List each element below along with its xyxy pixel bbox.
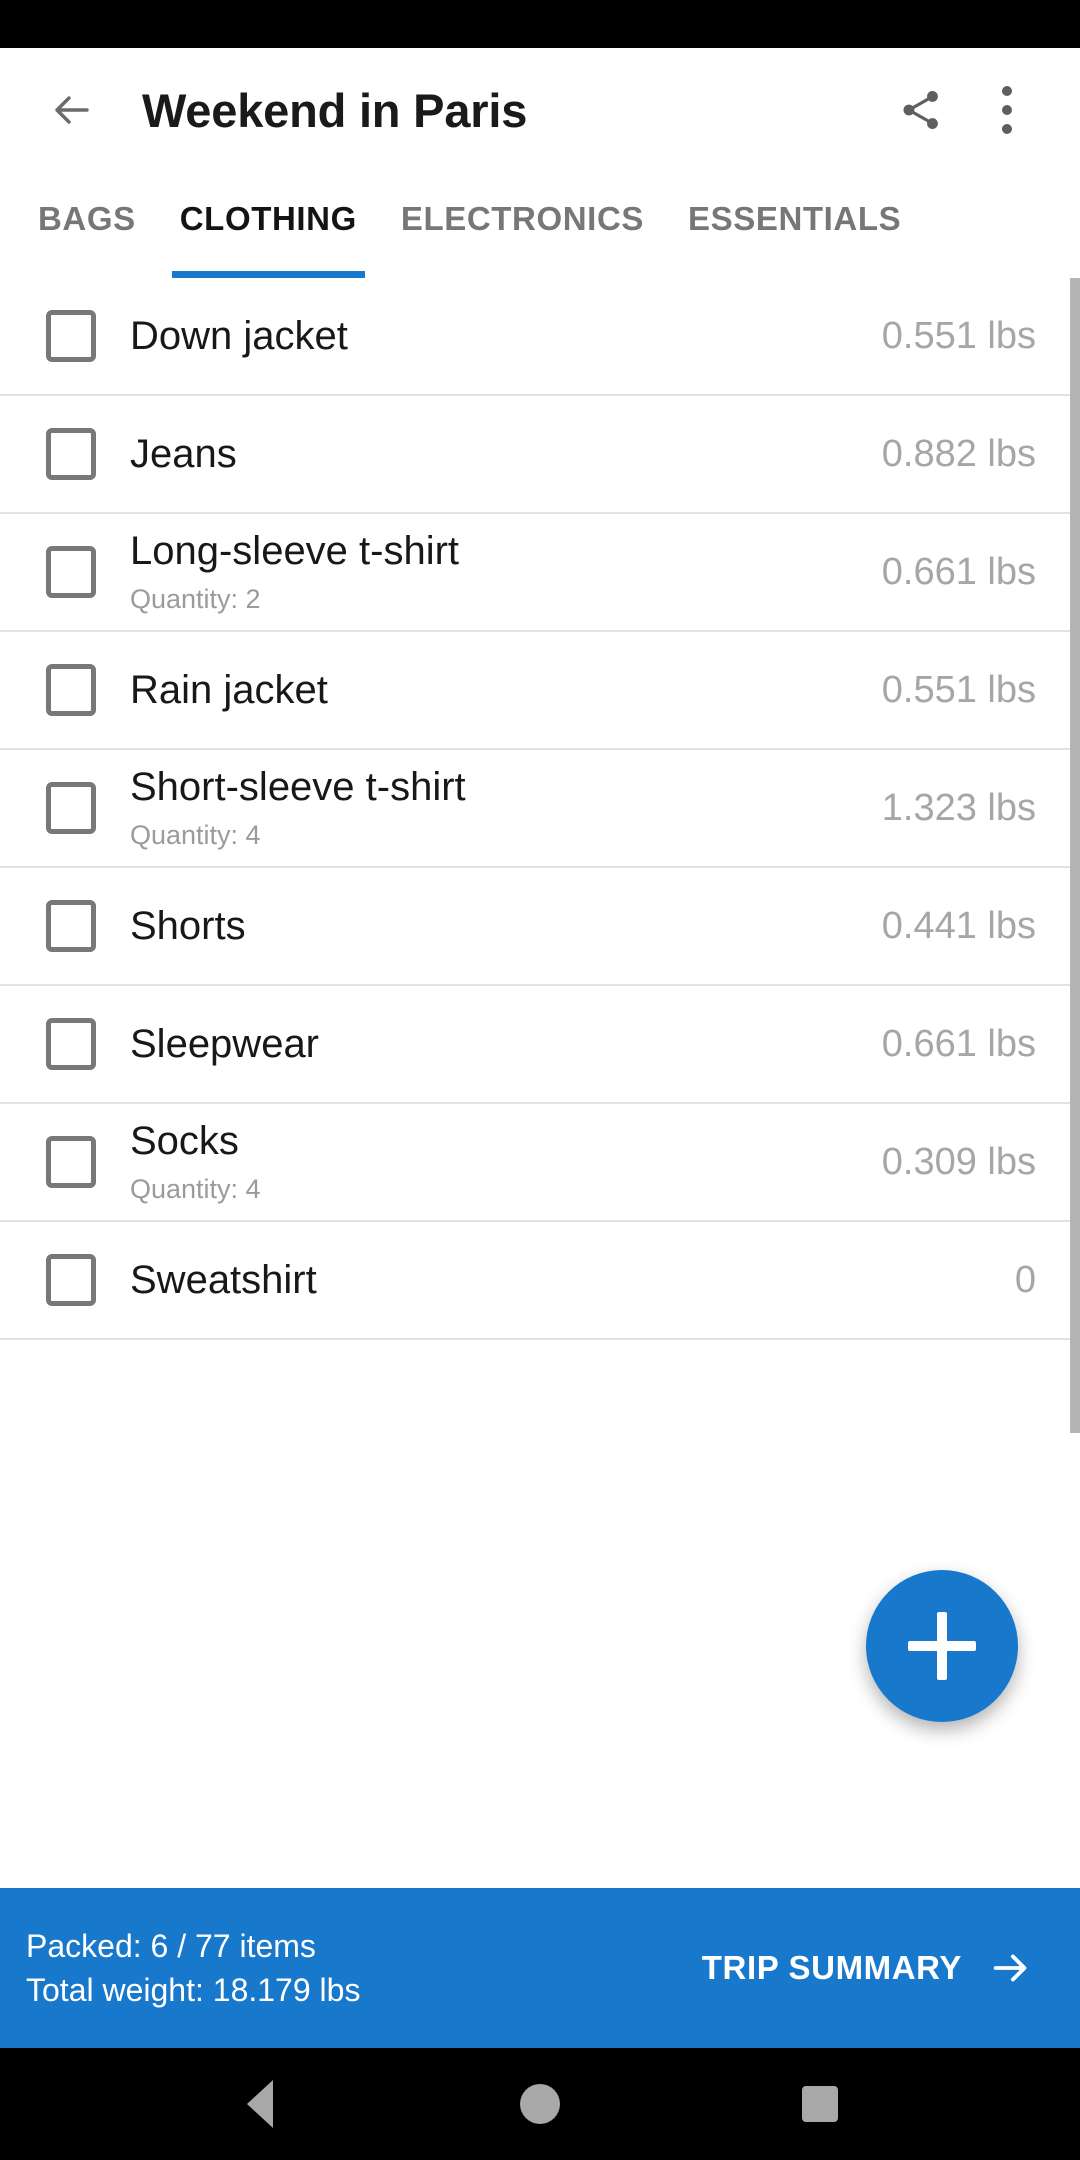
arrow-left-icon xyxy=(55,96,89,124)
item-checkbox[interactable] xyxy=(46,1254,96,1306)
item-weight: 0.882 lbs xyxy=(881,432,1036,475)
item-weight: 0.309 lbs xyxy=(881,1140,1036,1183)
item-name: Short-sleeve t-shirt xyxy=(130,764,466,809)
item-weight: 0 xyxy=(1014,1258,1036,1301)
tab-label: ELECTRONICS xyxy=(400,200,644,237)
item-checkbox[interactable] xyxy=(46,428,96,480)
item-text: Down jacket xyxy=(130,314,882,359)
item-weight: 0.661 lbs xyxy=(881,1022,1036,1065)
status-bar xyxy=(0,0,1080,48)
item-name: Shorts xyxy=(130,903,246,948)
trip-summary-button[interactable]: TRIP SUMMARY xyxy=(702,1945,1040,1991)
share-button[interactable] xyxy=(878,67,964,153)
app-toolbar: Weekend in Paris xyxy=(0,48,1080,172)
item-weight: 0.551 lbs xyxy=(881,314,1036,357)
tab-indicator xyxy=(171,271,365,278)
nav-home-button[interactable] xyxy=(485,2049,595,2159)
item-weight: 0.551 lbs xyxy=(881,668,1036,711)
table-row[interactable]: Shorts 0.441 lbs xyxy=(0,868,1080,986)
total-weight: Total weight: 18.179 lbs xyxy=(26,1972,361,2008)
table-row[interactable]: Down jacket 0.551 lbs xyxy=(0,278,1080,396)
trip-summary-label: TRIP SUMMARY xyxy=(701,1949,962,1986)
share-icon xyxy=(903,91,938,129)
table-row[interactable]: Sweatshirt 0 xyxy=(0,1222,1080,1340)
item-checkbox[interactable] xyxy=(46,310,96,362)
plus-icon-vertical xyxy=(937,1612,947,1680)
item-quantity: Quantity: 2 xyxy=(130,583,261,614)
back-button[interactable] xyxy=(28,67,114,153)
item-quantity: Quantity: 4 xyxy=(130,819,261,850)
table-row[interactable]: Sleepwear 0.661 lbs xyxy=(0,986,1080,1104)
item-text: Sleepwear xyxy=(130,1022,882,1067)
table-row[interactable]: Rain jacket 0.551 lbs xyxy=(0,632,1080,750)
packed-count: Packed: 6 / 77 items xyxy=(26,1927,316,1964)
table-row[interactable]: Jeans 0.882 lbs xyxy=(0,396,1080,514)
item-checkbox[interactable] xyxy=(46,782,96,834)
table-row[interactable]: Socks Quantity: 4 0.309 lbs xyxy=(0,1104,1080,1222)
item-checkbox[interactable] xyxy=(46,900,96,952)
item-checkbox[interactable] xyxy=(46,1018,96,1070)
android-navigation-bar xyxy=(0,2048,1080,2160)
tab-bags[interactable]: BAGS xyxy=(16,172,158,278)
arrow-right-icon xyxy=(993,1954,1027,1982)
page-title: Weekend in Paris xyxy=(142,83,528,137)
nav-recents-button[interactable] xyxy=(765,2049,875,2159)
item-text: Short-sleeve t-shirt Quantity: 4 xyxy=(130,765,882,851)
item-name: Jeans xyxy=(130,431,237,476)
triangle-back-icon xyxy=(247,2080,273,2128)
item-text: Socks Quantity: 4 xyxy=(130,1119,882,1205)
circle-home-icon xyxy=(520,2084,560,2124)
table-row[interactable]: Short-sleeve t-shirt Quantity: 4 1.323 l… xyxy=(0,750,1080,868)
item-text: Rain jacket xyxy=(130,668,882,713)
item-name: Sleepwear xyxy=(130,1021,320,1066)
item-name: Long-sleeve t-shirt xyxy=(130,528,460,573)
item-text: Long-sleeve t-shirt Quantity: 2 xyxy=(130,529,882,615)
item-weight: 1.323 lbs xyxy=(881,786,1036,829)
tab-label: CLOTHING xyxy=(179,200,357,237)
tab-clothing[interactable]: CLOTHING xyxy=(158,172,379,278)
app-content: Weekend in Paris BAGS CLOTHING ELECTRONI… xyxy=(0,48,1080,2048)
item-text: Jeans xyxy=(130,432,882,477)
square-recents-icon xyxy=(802,2086,838,2122)
item-name: Sweatshirt xyxy=(130,1257,317,1302)
more-vertical-icon xyxy=(1002,86,1012,134)
overflow-menu-button[interactable] xyxy=(964,67,1050,153)
add-item-fab[interactable] xyxy=(866,1570,1018,1722)
item-name: Down jacket xyxy=(130,313,348,358)
list-scrollbar[interactable] xyxy=(1070,278,1080,1433)
summary-text: Packed: 6 / 77 items Total weight: 18.17… xyxy=(26,1927,360,2010)
packing-list-container: Down jacket 0.551 lbs Jeans 0.882 lbs Lo… xyxy=(0,278,1080,1888)
table-row[interactable]: Long-sleeve t-shirt Quantity: 2 0.661 lb… xyxy=(0,514,1080,632)
item-weight: 0.441 lbs xyxy=(881,904,1036,947)
tab-label: ESSENTIALS xyxy=(688,200,902,237)
item-text: Sweatshirt xyxy=(130,1258,1015,1303)
category-tabs: BAGS CLOTHING ELECTRONICS ESSENTIALS xyxy=(0,172,1080,278)
item-checkbox[interactable] xyxy=(46,1136,96,1188)
item-quantity: Quantity: 4 xyxy=(130,1173,261,1204)
item-checkbox[interactable] xyxy=(46,546,96,598)
item-checkbox[interactable] xyxy=(46,664,96,716)
nav-back-button[interactable] xyxy=(205,2049,315,2159)
tab-essentials[interactable]: ESSENTIALS xyxy=(666,172,923,278)
tab-label: BAGS xyxy=(38,200,136,237)
item-name: Socks xyxy=(130,1118,239,1163)
item-name: Rain jacket xyxy=(130,667,328,712)
item-weight: 0.661 lbs xyxy=(881,550,1036,593)
tab-electronics[interactable]: ELECTRONICS xyxy=(379,172,666,278)
device-screen: Weekend in Paris BAGS CLOTHING ELECTRONI… xyxy=(0,0,1080,2160)
summary-bar: Packed: 6 / 77 items Total weight: 18.17… xyxy=(0,1888,1080,2048)
item-text: Shorts xyxy=(130,904,882,949)
